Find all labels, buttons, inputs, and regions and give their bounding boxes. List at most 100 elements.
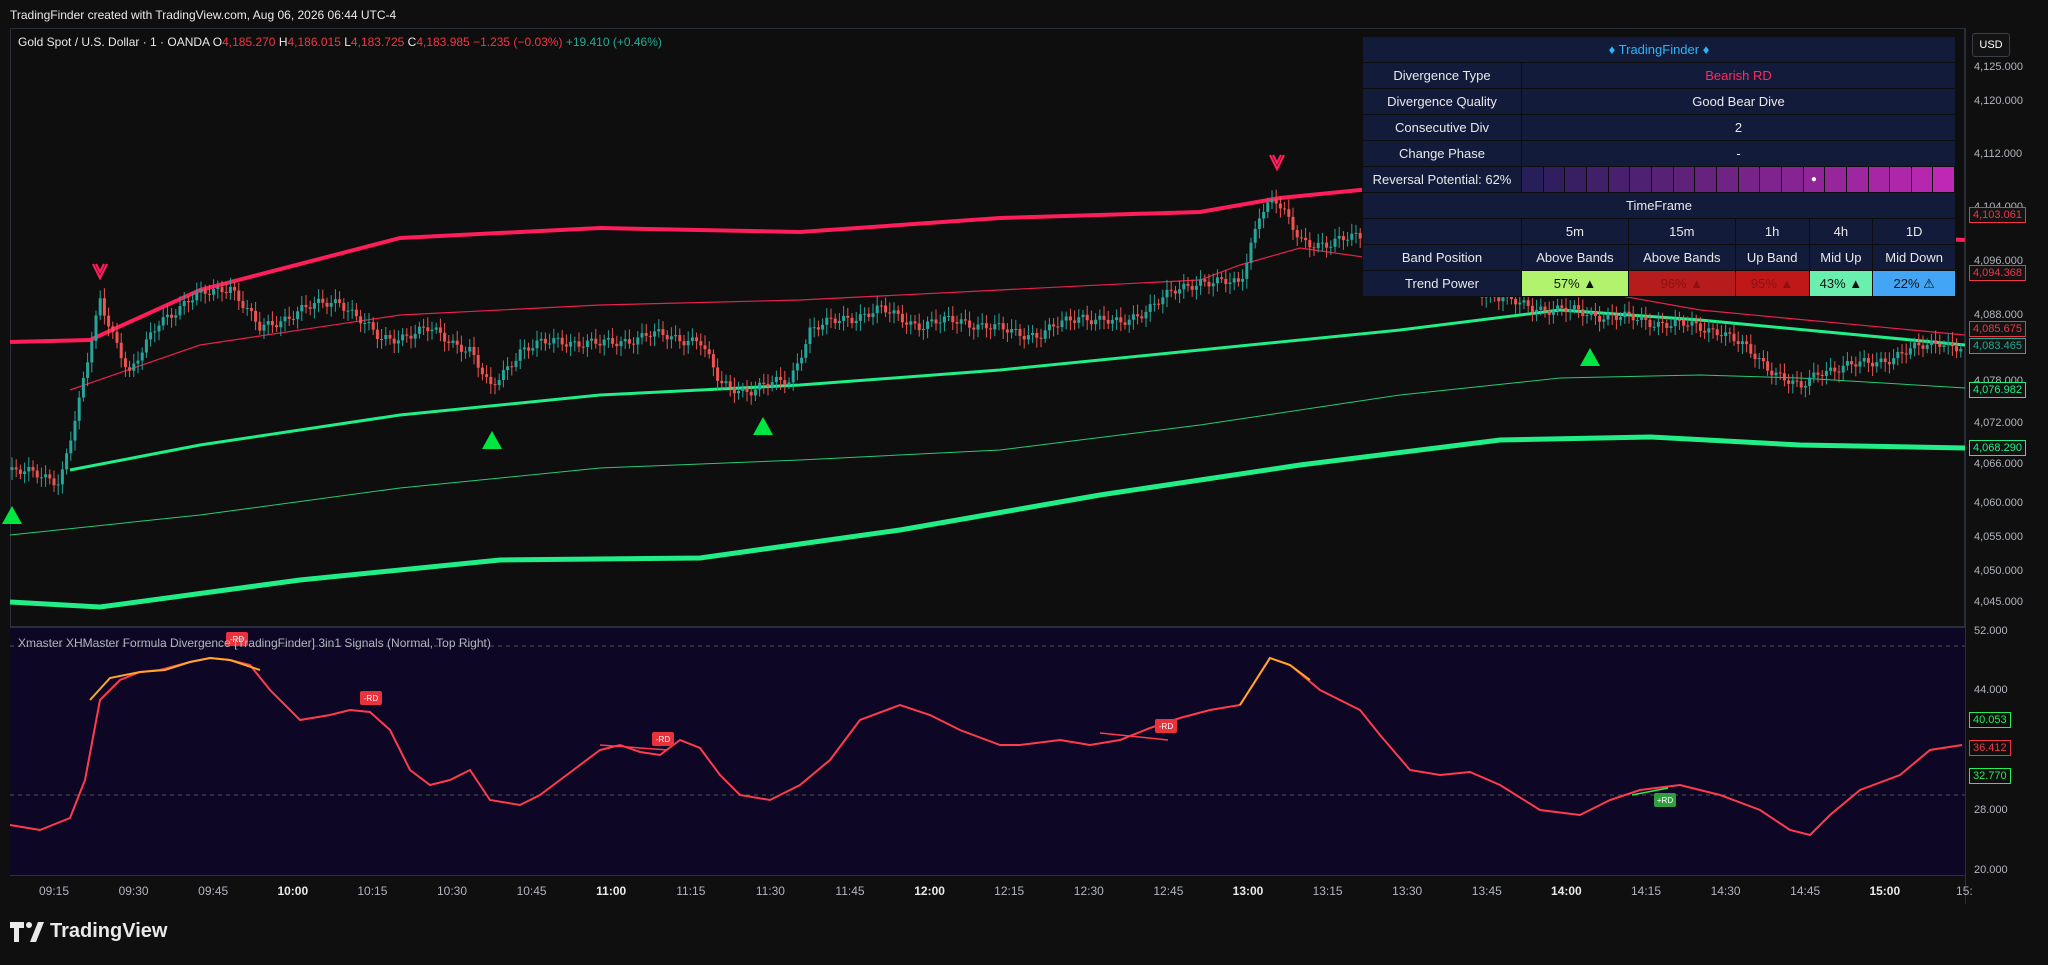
oscillator-legend[interactable]: Xmaster XHMaster Formula Divergence [Tra… — [18, 636, 491, 650]
candle-body — [850, 317, 854, 324]
candle-body — [27, 466, 31, 472]
candle-body — [346, 310, 350, 312]
candle-body — [863, 313, 867, 315]
candle-body — [1782, 373, 1786, 381]
candle-body — [1858, 361, 1862, 367]
time-axis[interactable]: 09:15 09:30 09:45 10:00 10:15 10:30 10:45 11:00… — [10, 875, 1973, 904]
price-tick-label: 4,125.000 — [1974, 61, 2023, 73]
candle-body — [1917, 342, 1921, 346]
candle-body — [1325, 242, 1329, 248]
candle-body — [1215, 277, 1219, 284]
reversal-cell — [1738, 167, 1761, 192]
candle-body — [1224, 278, 1228, 284]
candle-body — [266, 321, 270, 325]
candle-body — [1329, 246, 1333, 248]
close-value: 4,183.985 — [416, 35, 470, 49]
candle-body — [1564, 307, 1568, 313]
candle-body — [1887, 362, 1891, 365]
candle-body — [674, 335, 678, 337]
candle-body — [161, 317, 165, 326]
time-tick-label: 13:15 — [1312, 884, 1343, 898]
candle-body — [1698, 323, 1702, 331]
candle-body — [1157, 303, 1161, 305]
candle-body — [1173, 290, 1177, 294]
candle-body — [825, 317, 829, 325]
candle-body — [128, 367, 132, 371]
candle-body — [573, 341, 577, 343]
candle-body — [321, 298, 325, 303]
oscillator-overbought-segment — [89, 656, 261, 701]
candle-body — [1295, 229, 1299, 238]
trend-power-label: Trend Power — [1362, 270, 1522, 297]
candle-body — [195, 292, 199, 301]
candle-body — [900, 313, 904, 323]
candle-body — [837, 320, 841, 324]
candle-body — [455, 340, 459, 345]
candle-body — [1186, 283, 1190, 286]
time-tick-label: 14:15 — [1630, 884, 1662, 898]
row-label: Divergence Type — [1362, 62, 1522, 89]
candle-body — [1560, 305, 1564, 308]
time-tick-label: 12:30 — [1073, 884, 1104, 898]
candle-body — [1623, 311, 1627, 318]
candle-body — [438, 327, 442, 333]
candle-body — [245, 307, 249, 309]
candle-body — [1732, 333, 1736, 342]
candle-body — [1589, 311, 1593, 316]
divergence-quality-value: Good Bear Dive — [1521, 88, 1956, 115]
time-tick-label: 09:15 — [38, 884, 70, 898]
candle-body — [1950, 342, 1954, 347]
candle-body — [1892, 358, 1896, 365]
candle-body — [1661, 321, 1665, 323]
candle-body — [858, 314, 862, 321]
reversal-potential-label: Reversal Potential: 62% — [1362, 166, 1522, 193]
reversal-cell — [1846, 167, 1869, 192]
candle-body — [1241, 278, 1245, 282]
tf-1h: 1h — [1734, 218, 1810, 245]
candle-body — [1530, 305, 1534, 312]
candle-body — [787, 382, 791, 386]
open-label: O — [212, 35, 223, 49]
candle-body — [1841, 365, 1845, 373]
candle-body — [812, 327, 816, 329]
candle-body — [430, 329, 434, 332]
candle-body — [1686, 325, 1690, 327]
candle-body — [1535, 309, 1539, 312]
candle-body — [657, 329, 661, 332]
candle-body — [980, 323, 984, 325]
candle-body — [1220, 277, 1224, 279]
price-tick-label: 4,050.000 — [1974, 565, 2023, 577]
consecutive-div-value: 2 — [1521, 114, 1956, 141]
candle-body — [695, 337, 699, 342]
candle-body — [212, 289, 216, 295]
candle-body — [1102, 315, 1106, 320]
candle-body — [1333, 238, 1337, 247]
candle-body — [1047, 324, 1051, 331]
candle-body — [1140, 316, 1144, 319]
candle-body — [724, 381, 728, 384]
tradingview-logo[interactable]: TradingView — [10, 920, 167, 943]
candle-body — [434, 327, 438, 330]
price-tick-label: 4,045.000 — [1974, 596, 2023, 608]
candle-body — [770, 382, 774, 387]
osc-tick-label: 44.000 — [1974, 684, 2008, 696]
candle-body — [1270, 199, 1274, 203]
candle-body — [1749, 344, 1753, 354]
candle-body — [1728, 332, 1732, 334]
candle-body — [375, 329, 379, 340]
candle-body — [1190, 285, 1194, 290]
candle-body — [480, 367, 484, 375]
candle-body — [1337, 236, 1341, 239]
candle-body — [1236, 278, 1240, 282]
candle-body — [1824, 370, 1828, 376]
candle-body — [1795, 380, 1799, 382]
divergence-label: +RD — [1657, 796, 1673, 805]
candle-body — [182, 301, 186, 307]
candle-body — [1010, 328, 1014, 333]
candle-body — [1052, 324, 1056, 327]
price-axis[interactable]: USD 4,125.0004,120.0004,112.0004,104.000… — [1965, 28, 2048, 904]
currency-button[interactable]: USD — [1972, 33, 2010, 57]
candle-body — [518, 349, 522, 361]
candle-body — [1614, 315, 1618, 320]
candle-body — [1833, 367, 1837, 372]
